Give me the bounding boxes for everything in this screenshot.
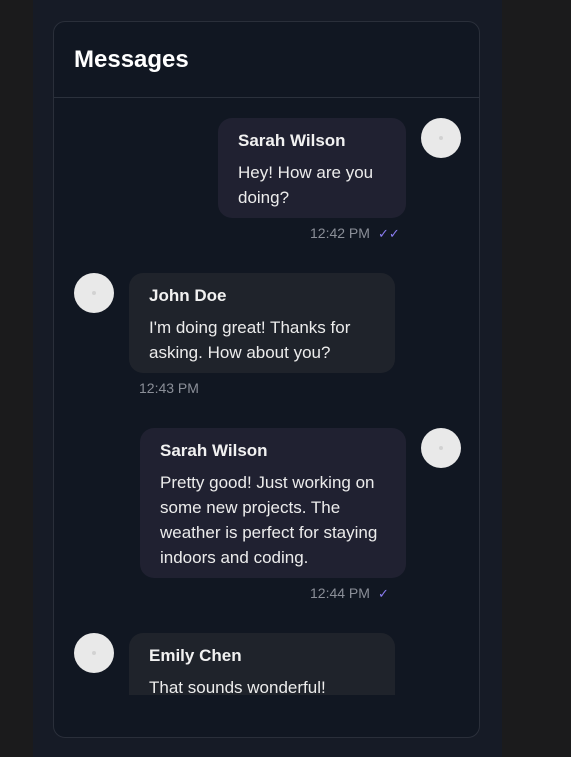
avatar[interactable]: [74, 633, 114, 673]
page-title: Messages: [74, 45, 189, 73]
message-sender: Emily Chen: [149, 646, 242, 665]
message-bubble: John Doe I'm doing great! Thanks for ask…: [129, 273, 395, 373]
message-bubble: Sarah Wilson Hey! How are you doing?: [218, 118, 406, 218]
messages-panel: Messages Sarah Wilson Hey! How are you d…: [53, 21, 480, 738]
message-bubble: Sarah Wilson Pretty good! Just working o…: [140, 428, 406, 578]
message-time: 12:43 PM: [139, 380, 199, 396]
message-text: Hey! How are you doing?: [238, 163, 374, 207]
check-icon: ✓: [377, 585, 389, 601]
double-check-icon: ✓✓: [377, 225, 400, 241]
message-sender: Sarah Wilson: [160, 441, 268, 460]
avatar[interactable]: [421, 118, 461, 158]
avatar[interactable]: [421, 428, 461, 468]
message-time: 12:42 PM: [310, 225, 370, 241]
message-list[interactable]: Sarah Wilson Hey! How are you doing? 12:…: [54, 98, 479, 695]
message-meta: 12:43 PM: [139, 380, 199, 396]
message-text: That sounds wonderful!: [149, 678, 326, 695]
message-sender: John Doe: [149, 286, 227, 305]
message-time: 12:44 PM: [310, 585, 370, 601]
panel-header: Messages: [54, 22, 479, 98]
message-bubble: Emily Chen That sounds wonderful!: [129, 633, 395, 695]
avatar[interactable]: [74, 273, 114, 313]
message-text: Pretty good! Just working on some new pr…: [160, 473, 378, 567]
message-text: I'm doing great! Thanks for asking. How …: [149, 318, 351, 362]
message-meta: 12:42 PM ✓✓: [310, 225, 400, 241]
message-meta: 12:44 PM ✓: [310, 585, 389, 601]
message-sender: Sarah Wilson: [238, 131, 346, 150]
